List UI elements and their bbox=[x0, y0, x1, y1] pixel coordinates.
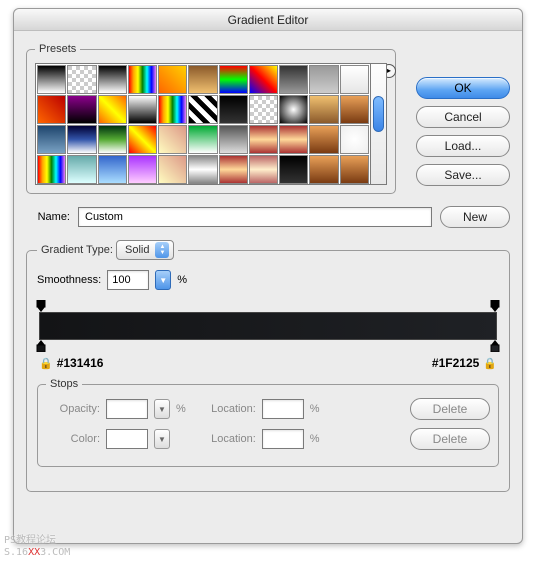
preset-swatch[interactable] bbox=[188, 95, 217, 124]
color-stop-right[interactable] bbox=[490, 340, 500, 352]
dialog-title: Gradient Editor bbox=[14, 9, 522, 31]
preset-swatch[interactable] bbox=[219, 125, 248, 154]
preset-swatch[interactable] bbox=[67, 65, 96, 94]
gradient-type-legend: Gradient Type: Solid ▲▼ bbox=[37, 240, 178, 260]
color-dropdown-icon[interactable]: ▼ bbox=[154, 429, 170, 449]
smoothness-dropdown-icon[interactable]: ▼ bbox=[155, 270, 171, 290]
gradient-type-label: Gradient Type: bbox=[41, 244, 113, 256]
stops-fieldset: Stops Opacity: ▼ % Location: % Delete Co… bbox=[37, 378, 499, 467]
preset-swatch[interactable] bbox=[340, 125, 369, 154]
watermark: PS教程论坛 S.16XX3.COM bbox=[0, 533, 74, 561]
preset-swatch[interactable] bbox=[158, 65, 187, 94]
gradient-editor-dialog: Gradient Editor ▸ OK Cancel Load... Save… bbox=[13, 8, 523, 544]
scroll-thumb[interactable] bbox=[373, 96, 384, 132]
name-input[interactable] bbox=[78, 207, 432, 227]
delete-color-stop-button[interactable]: Delete bbox=[410, 428, 490, 450]
opacity-stop-right[interactable] bbox=[490, 300, 500, 312]
preset-swatch[interactable] bbox=[249, 65, 278, 94]
preset-swatch[interactable] bbox=[188, 65, 217, 94]
lock-icon: 🔒 bbox=[39, 357, 53, 370]
location-label: Location: bbox=[192, 433, 256, 445]
stops-legend: Stops bbox=[46, 378, 82, 390]
preset-swatch[interactable] bbox=[128, 125, 157, 154]
gradient-bar[interactable] bbox=[39, 312, 497, 340]
preset-swatch[interactable] bbox=[37, 155, 66, 184]
preset-swatch[interactable] bbox=[128, 95, 157, 124]
preset-swatch[interactable] bbox=[309, 125, 338, 154]
right-hex: #1F2125 bbox=[432, 356, 479, 370]
chevron-updown-icon: ▲▼ bbox=[155, 242, 169, 258]
preset-swatch[interactable] bbox=[309, 95, 338, 124]
presets-legend: Presets bbox=[35, 43, 80, 55]
preset-swatch[interactable] bbox=[340, 155, 369, 184]
preset-swatch[interactable] bbox=[249, 95, 278, 124]
preset-swatch[interactable] bbox=[279, 125, 308, 154]
opacity-stop-left[interactable] bbox=[36, 300, 46, 312]
preset-swatch[interactable] bbox=[158, 95, 187, 124]
preset-swatch[interactable] bbox=[128, 65, 157, 94]
preset-swatch[interactable] bbox=[37, 125, 66, 154]
percent-label: % bbox=[177, 274, 187, 286]
preset-swatch[interactable] bbox=[219, 95, 248, 124]
presets-grid[interactable] bbox=[35, 63, 371, 185]
percent-label: % bbox=[176, 403, 186, 415]
load-button[interactable]: Load... bbox=[416, 135, 510, 157]
cancel-button[interactable]: Cancel bbox=[416, 106, 510, 128]
preset-swatch[interactable] bbox=[188, 125, 217, 154]
color-swatch-input[interactable] bbox=[106, 429, 148, 449]
preset-swatch[interactable] bbox=[188, 155, 217, 184]
preset-swatch[interactable] bbox=[67, 155, 96, 184]
new-button[interactable]: New bbox=[440, 206, 510, 228]
preset-swatch[interactable] bbox=[249, 125, 278, 154]
preset-swatch[interactable] bbox=[219, 65, 248, 94]
preset-swatch[interactable] bbox=[340, 95, 369, 124]
preset-swatch[interactable] bbox=[67, 95, 96, 124]
gradient-type-fieldset: Gradient Type: Solid ▲▼ Smoothness: ▼ % bbox=[26, 240, 510, 492]
percent-label: % bbox=[310, 403, 320, 415]
smoothness-input[interactable] bbox=[107, 270, 149, 290]
preset-swatch[interactable] bbox=[279, 65, 308, 94]
location-label: Location: bbox=[192, 403, 256, 415]
delete-opacity-stop-button[interactable]: Delete bbox=[410, 398, 490, 420]
lock-icon: 🔒 bbox=[483, 357, 497, 370]
opacity-label: Opacity: bbox=[46, 403, 100, 415]
opacity-dropdown-icon[interactable]: ▼ bbox=[154, 399, 170, 419]
smoothness-label: Smoothness: bbox=[37, 274, 101, 286]
preset-swatch[interactable] bbox=[309, 155, 338, 184]
left-hex: #131416 bbox=[57, 356, 104, 370]
preset-swatch[interactable] bbox=[98, 125, 127, 154]
gradient-type-select[interactable]: Solid ▲▼ bbox=[116, 240, 174, 260]
name-label: Name: bbox=[26, 211, 70, 223]
preset-swatch[interactable] bbox=[219, 155, 248, 184]
preset-swatch[interactable] bbox=[249, 155, 278, 184]
preset-swatch[interactable] bbox=[279, 95, 308, 124]
preset-swatch[interactable] bbox=[37, 65, 66, 94]
preset-swatch[interactable] bbox=[98, 155, 127, 184]
color-location-input[interactable] bbox=[262, 429, 304, 449]
opacity-location-input[interactable] bbox=[262, 399, 304, 419]
color-label: Color: bbox=[46, 433, 100, 445]
preset-swatch[interactable] bbox=[67, 125, 96, 154]
presets-fieldset: Presets bbox=[26, 43, 396, 194]
save-button[interactable]: Save... bbox=[416, 164, 510, 186]
preset-swatch[interactable] bbox=[158, 155, 187, 184]
ok-button[interactable]: OK bbox=[416, 77, 510, 99]
preset-swatch[interactable] bbox=[128, 155, 157, 184]
preset-swatch[interactable] bbox=[98, 95, 127, 124]
preset-swatch[interactable] bbox=[340, 65, 369, 94]
percent-label: % bbox=[310, 433, 320, 445]
preset-swatch[interactable] bbox=[279, 155, 308, 184]
opacity-input[interactable] bbox=[106, 399, 148, 419]
presets-scrollbar[interactable] bbox=[371, 63, 387, 185]
preset-swatch[interactable] bbox=[37, 95, 66, 124]
preset-swatch[interactable] bbox=[309, 65, 338, 94]
preset-swatch[interactable] bbox=[158, 125, 187, 154]
preset-swatch[interactable] bbox=[98, 65, 127, 94]
gradient-type-value: Solid bbox=[125, 244, 149, 256]
color-stop-left[interactable] bbox=[36, 340, 46, 352]
